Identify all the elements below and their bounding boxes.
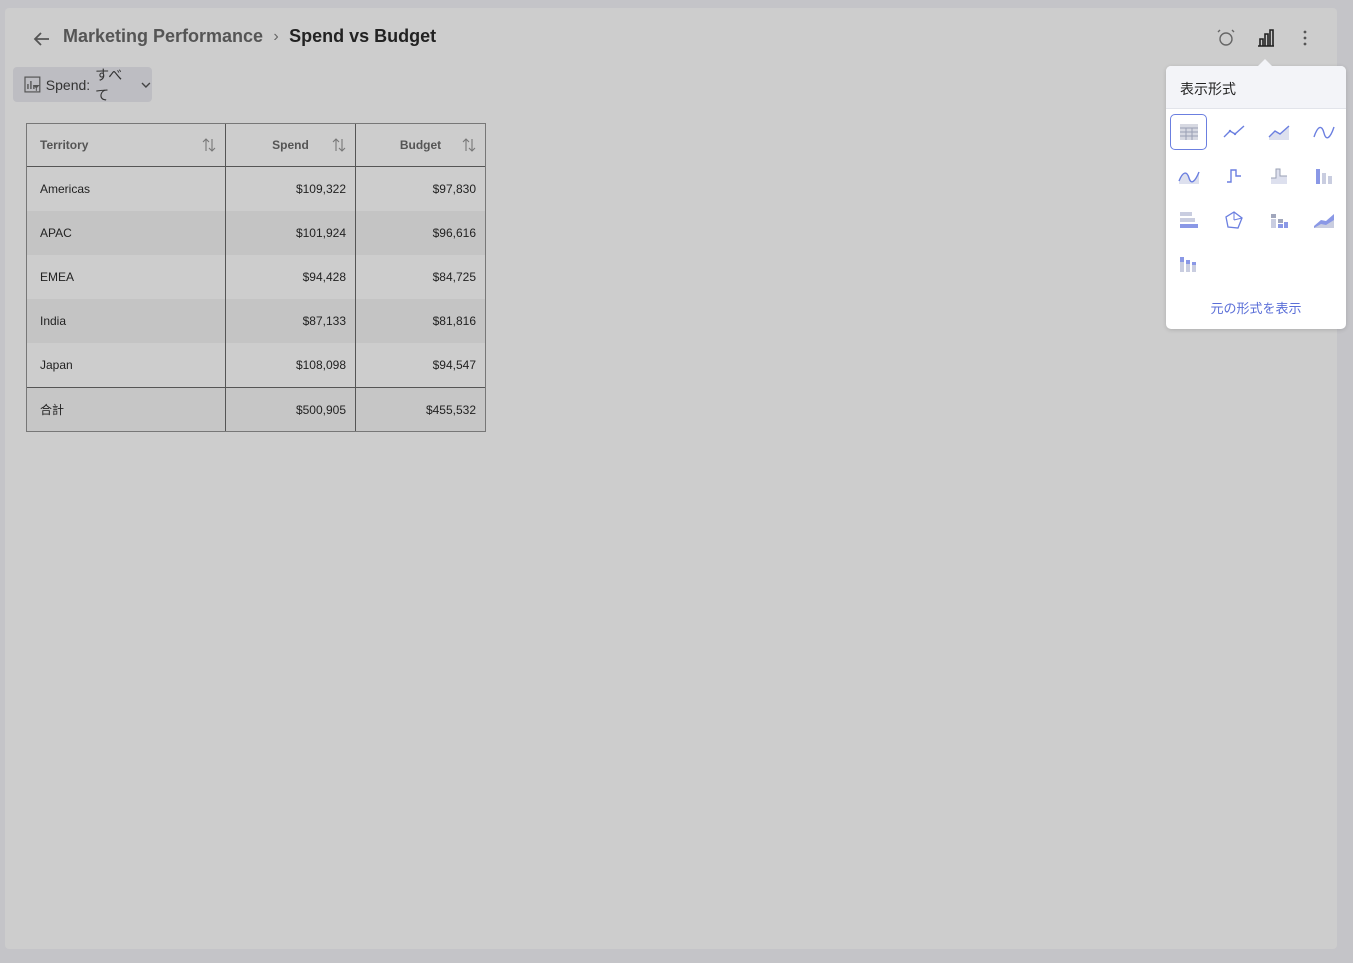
viz-grid-button[interactable] xyxy=(1170,114,1207,150)
viz-step-area-button[interactable] xyxy=(1260,158,1297,194)
total-label: 合計 xyxy=(27,388,226,431)
viz-column-button[interactable] xyxy=(1305,158,1342,194)
table-row[interactable]: APAC $101,924 $96,616 xyxy=(27,211,485,255)
stacked-column-icon xyxy=(1270,214,1288,228)
territory-cell: India xyxy=(27,299,226,343)
spline-chart-icon xyxy=(1312,126,1335,139)
data-grid: Territory Spend Budget Americas $109,322… xyxy=(26,123,486,432)
table-row[interactable]: Americas $109,322 $97,830 xyxy=(27,167,485,211)
alarm-icon[interactable] xyxy=(1214,26,1238,50)
popover-title: 表示形式 xyxy=(1166,66,1346,109)
area-chart-icon xyxy=(1268,125,1289,140)
column-header-spend[interactable]: Spend xyxy=(226,124,356,166)
table-row[interactable]: EMEA $94,428 $84,725 xyxy=(27,255,485,299)
budget-cell: $81,816 xyxy=(432,314,476,328)
stacked-area-icon xyxy=(1313,214,1334,228)
viz-stacked-area-button[interactable] xyxy=(1305,202,1342,238)
page-title: Spend vs Budget xyxy=(289,26,437,46)
viz-pie-button[interactable] xyxy=(1215,202,1252,238)
budget-cell: $96,616 xyxy=(432,226,476,240)
spend-cell: $94,428 xyxy=(226,255,356,299)
visualization-picker: 表示形式 元の形式を表示 xyxy=(1166,59,1346,329)
column-chart-icon xyxy=(1315,169,1332,184)
breadcrumb: Marketing Performance › Spend vs Budget xyxy=(63,26,436,47)
spend-filter-dropdown[interactable]: Spend: すべて xyxy=(13,66,152,103)
viz-stacked-column-button[interactable] xyxy=(1260,202,1297,238)
viz-stacked-bar-button[interactable] xyxy=(1170,246,1207,282)
show-original-format-link[interactable]: 元の形式を表示 xyxy=(1166,298,1346,317)
sort-icon[interactable] xyxy=(201,137,217,153)
viz-spline-area-button[interactable] xyxy=(1170,158,1207,194)
budget-cell: $84,725 xyxy=(432,270,476,284)
filter-label: Spend: xyxy=(45,76,91,93)
spend-cell: $101,924 xyxy=(226,211,356,255)
table-row[interactable]: Japan $108,098 $94,547 xyxy=(27,343,485,387)
territory-cell: Americas xyxy=(27,167,226,211)
grid-icon xyxy=(1179,124,1198,140)
bar-chart-icon xyxy=(1179,212,1198,228)
column-header-territory[interactable]: Territory xyxy=(27,124,226,166)
pie-chart-icon xyxy=(1224,211,1243,229)
back-arrow-icon[interactable] xyxy=(29,26,55,52)
spend-cell: $108,098 xyxy=(226,343,356,387)
column-header-label: Budget xyxy=(399,138,442,152)
filter-icon xyxy=(24,76,41,93)
column-header-label: Territory xyxy=(40,138,89,152)
chevron-down-icon xyxy=(141,82,151,88)
spline-area-icon xyxy=(1177,171,1200,184)
column-header-budget[interactable]: Budget xyxy=(356,124,485,166)
popover-arrow xyxy=(1257,59,1273,67)
more-vertical-icon[interactable] xyxy=(1293,26,1317,50)
viz-line-button[interactable] xyxy=(1215,114,1252,150)
budget-cell: $97,830 xyxy=(432,182,476,196)
column-header-label: Spend xyxy=(272,138,309,152)
viz-area-button[interactable] xyxy=(1260,114,1297,150)
table-row[interactable]: India $87,133 $81,816 xyxy=(27,299,485,343)
line-chart-icon xyxy=(1223,125,1244,138)
viz-spline-button[interactable] xyxy=(1305,114,1342,150)
territory-cell: Japan xyxy=(27,343,226,387)
chart-type-icon[interactable] xyxy=(1254,26,1278,50)
viz-bar-button[interactable] xyxy=(1170,202,1207,238)
stacked-bar-icon xyxy=(1179,257,1196,272)
total-spend: $500,905 xyxy=(226,388,356,431)
breadcrumb-parent[interactable]: Marketing Performance xyxy=(63,26,263,47)
viz-step-line-button[interactable] xyxy=(1215,158,1252,194)
breadcrumb-separator: › xyxy=(273,27,279,45)
spend-cell: $109,322 xyxy=(226,167,356,211)
spend-cell: $87,133 xyxy=(226,299,356,343)
territory-cell: EMEA xyxy=(27,255,226,299)
grid-header-row: Territory Spend Budget xyxy=(27,124,485,167)
sort-icon[interactable] xyxy=(461,137,477,153)
top-bar: Marketing Performance › Spend vs Budget xyxy=(5,8,1337,68)
step-area-icon xyxy=(1270,168,1287,184)
sort-icon[interactable] xyxy=(331,137,347,153)
territory-cell: APAC xyxy=(27,211,226,255)
app-window: Marketing Performance › Spend vs Budget … xyxy=(5,8,1346,949)
total-budget: $455,532 xyxy=(425,402,476,417)
total-row: 合計 $500,905 $455,532 xyxy=(27,387,485,431)
step-line-icon xyxy=(1226,169,1241,183)
filter-value: すべて xyxy=(95,66,123,103)
budget-cell: $94,547 xyxy=(432,358,476,372)
